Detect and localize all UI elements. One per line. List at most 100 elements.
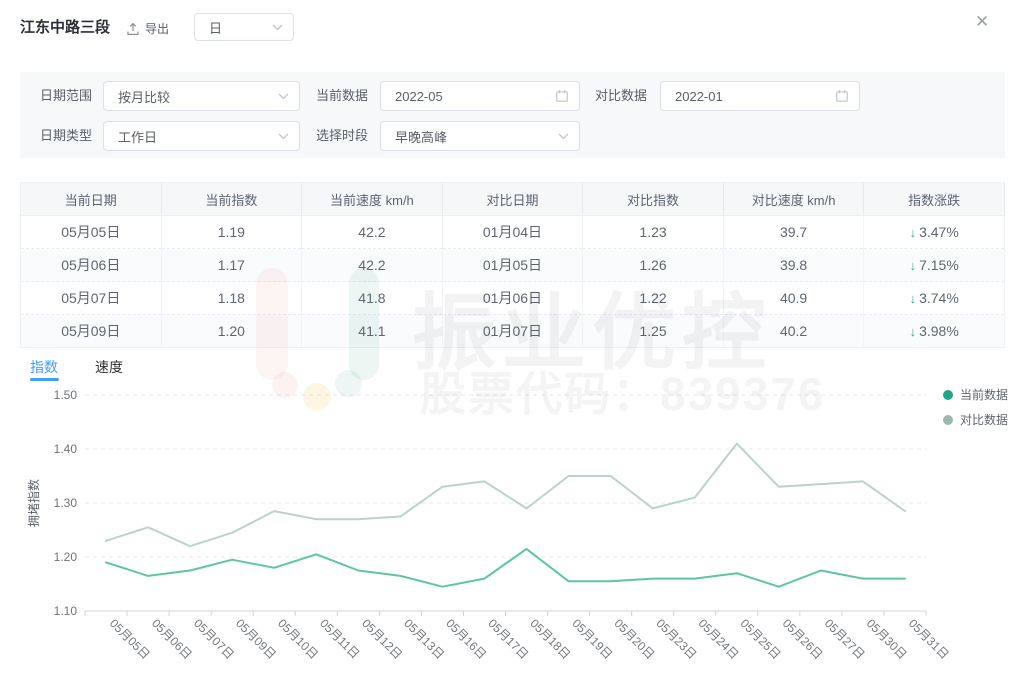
date-type-label: 日期类型	[40, 121, 92, 151]
legend-item[interactable]: 当前数据	[943, 386, 1008, 403]
chevron-down-icon	[278, 93, 289, 100]
legend-label: 对比数据	[960, 411, 1008, 428]
time-period-value: 早晚高峰	[395, 127, 447, 146]
compare-data-value: 2022-01	[675, 89, 723, 104]
chevron-down-icon	[278, 133, 289, 140]
table-cell: 05月09日	[21, 315, 162, 348]
x-axis-tick-label: 05月06日	[149, 616, 195, 662]
table-row: 05月07日1.1841.801月06日1.2240.9↓3.74%	[21, 282, 1005, 315]
current-data-datepicker[interactable]: 2022-05	[380, 81, 580, 111]
period-select-value: 日	[209, 18, 222, 37]
chevron-down-icon	[272, 24, 283, 31]
x-axis-tick-label: 05月23日	[654, 616, 700, 662]
table-row: 05月05日1.1942.201月04日1.2339.7↓3.47%	[21, 216, 1005, 249]
series-line-当前数据[interactable]	[106, 549, 905, 587]
y-axis-tick-label: 1.30	[54, 496, 78, 510]
export-button[interactable]: 导出	[126, 20, 169, 37]
table-cell: 1.26	[583, 249, 724, 282]
table-cell: 1.25	[583, 315, 724, 348]
table-cell: 41.1	[302, 315, 443, 348]
time-period-select[interactable]: 早晚高峰	[380, 121, 580, 151]
x-axis-tick-label: 05月10日	[275, 616, 321, 662]
tab-index[interactable]: 指数	[30, 357, 58, 377]
x-axis-tick-label: 05月25日	[738, 616, 784, 662]
date-range-label: 日期范围	[40, 81, 92, 111]
compare-data-datepicker[interactable]: 2022-01	[660, 81, 860, 111]
upload-icon	[126, 22, 140, 36]
x-axis-tick-label: 05月11日	[317, 616, 362, 661]
date-type-value: 工作日	[118, 127, 157, 146]
table-cell: 01月06日	[442, 282, 583, 315]
chart-legend: 当前数据对比数据	[943, 386, 1008, 428]
calendar-icon	[555, 89, 569, 103]
x-axis-tick-label: 05月24日	[696, 616, 742, 662]
period-select[interactable]: 日	[194, 13, 294, 41]
y-axis-tick-label: 1.50	[54, 388, 78, 402]
table-cell: 42.2	[302, 249, 443, 282]
table-cell: 1.19	[161, 216, 302, 249]
down-arrow-icon: ↓	[910, 324, 917, 339]
x-axis-tick-label: 05月26日	[780, 616, 826, 662]
compare-data-label: 对比数据	[595, 81, 647, 111]
table-cell: 05月06日	[21, 249, 162, 282]
x-axis-tick-label: 05月27日	[822, 616, 868, 662]
down-arrow-icon: ↓	[910, 291, 917, 306]
date-range-select[interactable]: 按月比较	[103, 81, 300, 111]
date-type-select[interactable]: 工作日	[103, 121, 300, 151]
chevron-down-icon	[558, 133, 569, 140]
comparison-table: 当前日期当前指数当前速度 km/h对比日期对比指数对比速度 km/h指数涨跌 0…	[20, 182, 1005, 348]
time-period-label: 选择时段	[316, 121, 368, 151]
table-cell: 05月07日	[21, 282, 162, 315]
x-axis-tick-label: 05月19日	[569, 616, 615, 662]
table-row: 05月09日1.2041.101月07日1.2540.2↓3.98%	[21, 315, 1005, 348]
page-title: 江东中路三段	[20, 16, 110, 37]
table-cell: 1.23	[583, 216, 724, 249]
table-cell: 39.8	[723, 249, 864, 282]
y-axis-tick-label: 1.20	[54, 550, 78, 564]
table-cell: 42.2	[302, 216, 443, 249]
table-header-row: 当前日期当前指数当前速度 km/h对比日期对比指数对比速度 km/h指数涨跌	[21, 183, 1005, 216]
table-column-header: 对比指数	[583, 183, 724, 216]
tab-speed[interactable]: 速度	[95, 357, 123, 377]
export-label: 导出	[145, 20, 169, 37]
table-cell: 40.9	[723, 282, 864, 315]
x-axis-tick-label: 05月09日	[233, 616, 279, 662]
tab-active-underline	[30, 378, 59, 381]
table-cell: 1.17	[161, 249, 302, 282]
date-range-value: 按月比较	[118, 87, 170, 106]
index-change-cell: ↓7.15%	[864, 249, 1005, 282]
table-cell: 01月04日	[442, 216, 583, 249]
table-cell: 40.2	[723, 315, 864, 348]
table-cell: 1.20	[161, 315, 302, 348]
legend-dot-icon	[943, 390, 953, 400]
table-cell: 01月05日	[442, 249, 583, 282]
legend-dot-icon	[943, 415, 953, 425]
table-row: 05月06日1.1742.201月05日1.2639.8↓7.15%	[21, 249, 1005, 282]
x-axis-tick-label: 05月16日	[443, 616, 489, 662]
table-column-header: 当前指数	[161, 183, 302, 216]
index-change-cell: ↓3.98%	[864, 315, 1005, 348]
x-axis-tick-label: 05月31日	[906, 616, 952, 662]
road-detail-dialog: 江东中路三段 导出 日 ✕ 日期范围 按月比较 当前数据 2022-05 对比数…	[0, 0, 1024, 681]
y-axis-tick-label: 1.40	[54, 442, 78, 456]
table-cell: 1.22	[583, 282, 724, 315]
index-change-cell: ↓3.47%	[864, 216, 1005, 249]
series-line-对比数据[interactable]	[106, 444, 905, 547]
legend-item[interactable]: 对比数据	[943, 411, 1008, 428]
legend-label: 当前数据	[960, 386, 1008, 403]
table-column-header: 当前速度 km/h	[302, 183, 443, 216]
table-cell: 39.7	[723, 216, 864, 249]
close-icon[interactable]: ✕	[975, 13, 989, 30]
calendar-icon	[835, 89, 849, 103]
table-cell: 1.18	[161, 282, 302, 315]
y-axis-tick-label: 1.10	[54, 604, 78, 618]
x-axis-tick-label: 05月05日	[107, 616, 153, 662]
x-axis-tick-label: 05月07日	[191, 616, 237, 662]
table-column-header: 指数涨跌	[864, 183, 1005, 216]
y-axis-title: 拥堵指数	[26, 479, 41, 527]
x-axis-tick-label: 05月20日	[612, 616, 658, 662]
table-cell: 01月07日	[442, 315, 583, 348]
chart-svg: 1.101.201.301.401.50拥堵指数05月05日05月06日05月0…	[0, 384, 1024, 681]
down-arrow-icon: ↓	[910, 225, 917, 240]
table-cell: 05月05日	[21, 216, 162, 249]
